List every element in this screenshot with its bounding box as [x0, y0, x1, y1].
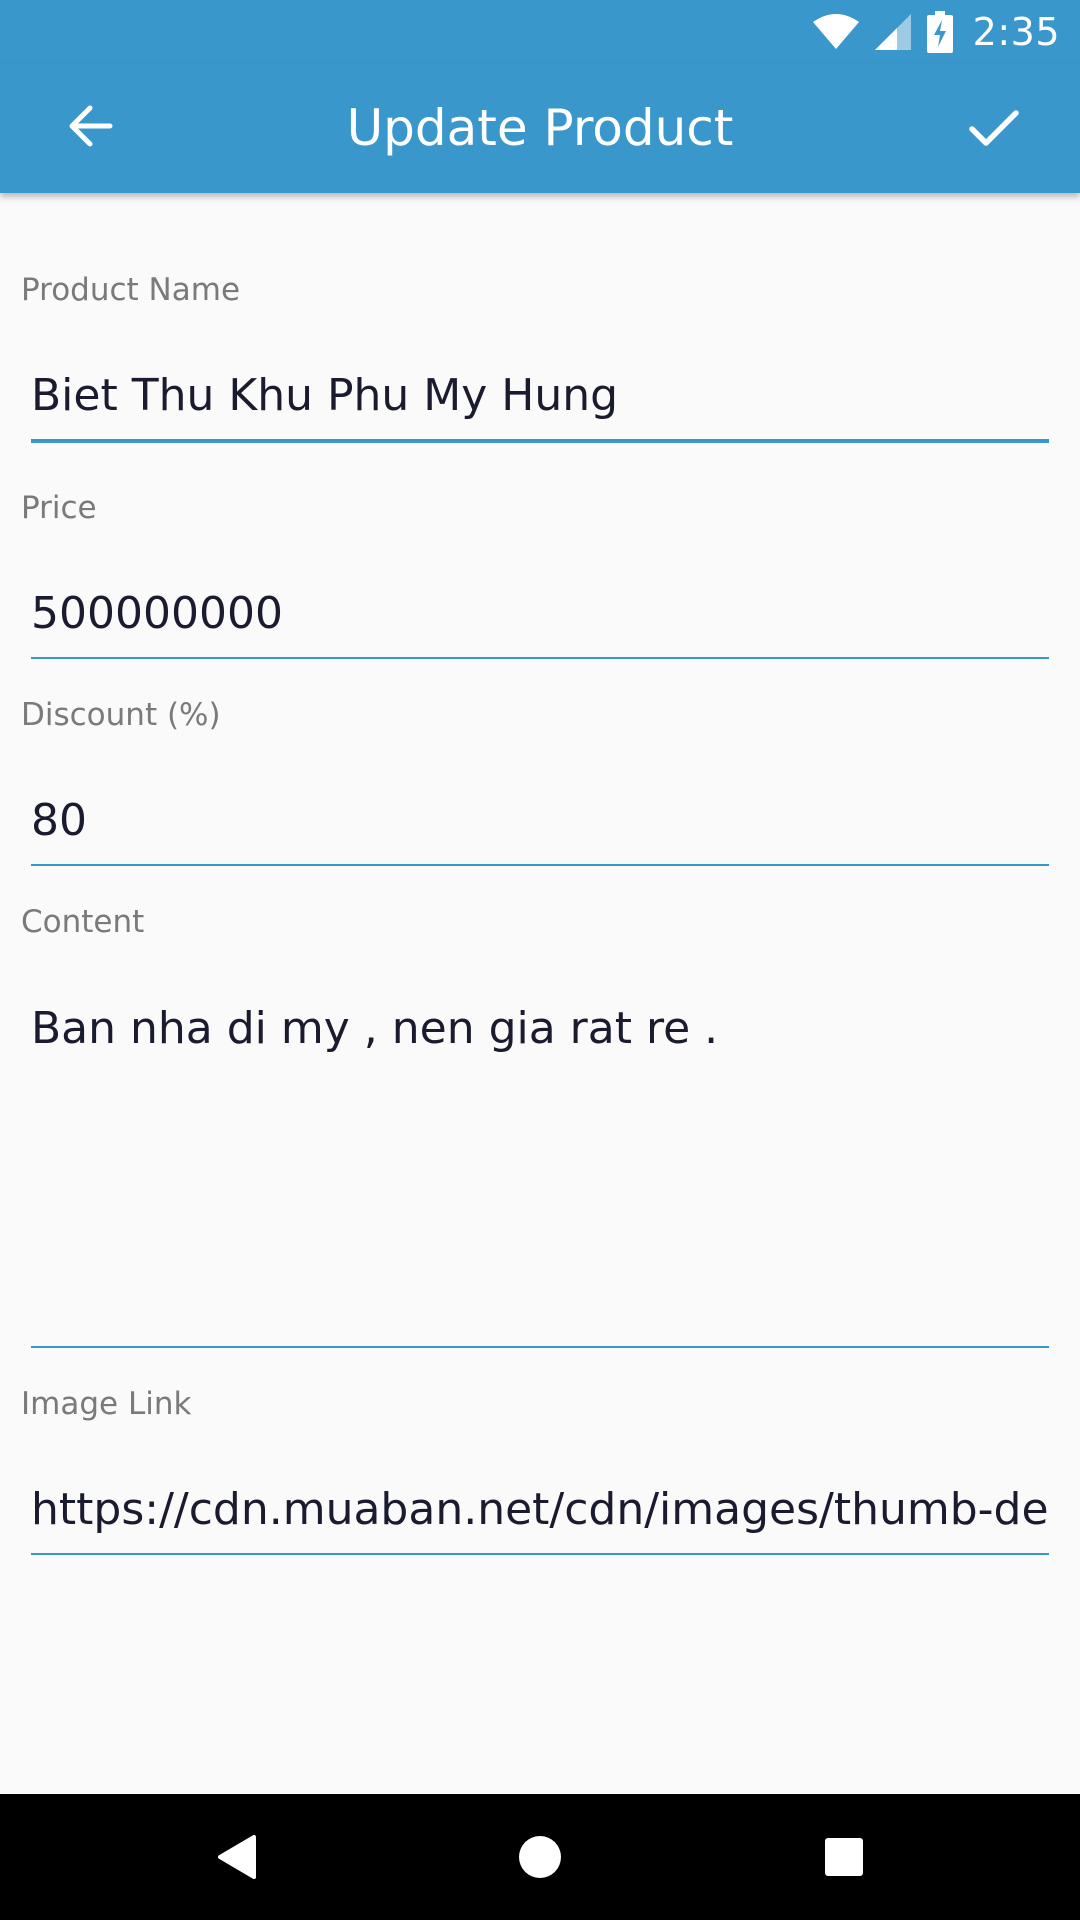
discount-field[interactable]: 80: [31, 785, 1049, 866]
status-bar: 2:35: [0, 0, 1080, 63]
product-name-field[interactable]: Biet Thu Khu Phu My Hung: [31, 360, 1049, 443]
back-triangle-icon: [218, 1835, 256, 1879]
home-circle-icon: [519, 1836, 561, 1878]
content-label: Content: [21, 904, 145, 940]
nav-home-button[interactable]: [510, 1827, 570, 1887]
product-name-label: Product Name: [21, 272, 241, 308]
cellular-signal-icon: [874, 14, 911, 50]
status-time: 2:35: [972, 10, 1060, 54]
nav-recents-button[interactable]: [814, 1827, 874, 1887]
back-button[interactable]: [60, 96, 120, 156]
page-title: Update Product: [346, 99, 734, 157]
image-link-field[interactable]: https://cdn.muaban.net/cdn/images/thumb-…: [31, 1474, 1049, 1555]
navigation-bar: [0, 1794, 1080, 1920]
app-bar: Update Product: [0, 63, 1080, 193]
check-icon: [969, 110, 1019, 146]
content-textarea[interactable]: Ban nha di my , nen gia rat re .: [31, 993, 1049, 1348]
price-label: Price: [21, 490, 97, 526]
wifi-icon: [812, 14, 859, 49]
image-link-label: Image Link: [21, 1386, 192, 1422]
arrow-back-icon: [69, 105, 113, 147]
price-field[interactable]: 500000000: [31, 578, 1049, 659]
save-button[interactable]: [962, 96, 1026, 160]
discount-label: Discount (%): [21, 697, 221, 733]
nav-back-button[interactable]: [206, 1827, 266, 1887]
status-icons: 2:35: [812, 8, 1060, 56]
recents-square-icon: [825, 1838, 863, 1876]
battery-charging-icon: [926, 11, 953, 53]
